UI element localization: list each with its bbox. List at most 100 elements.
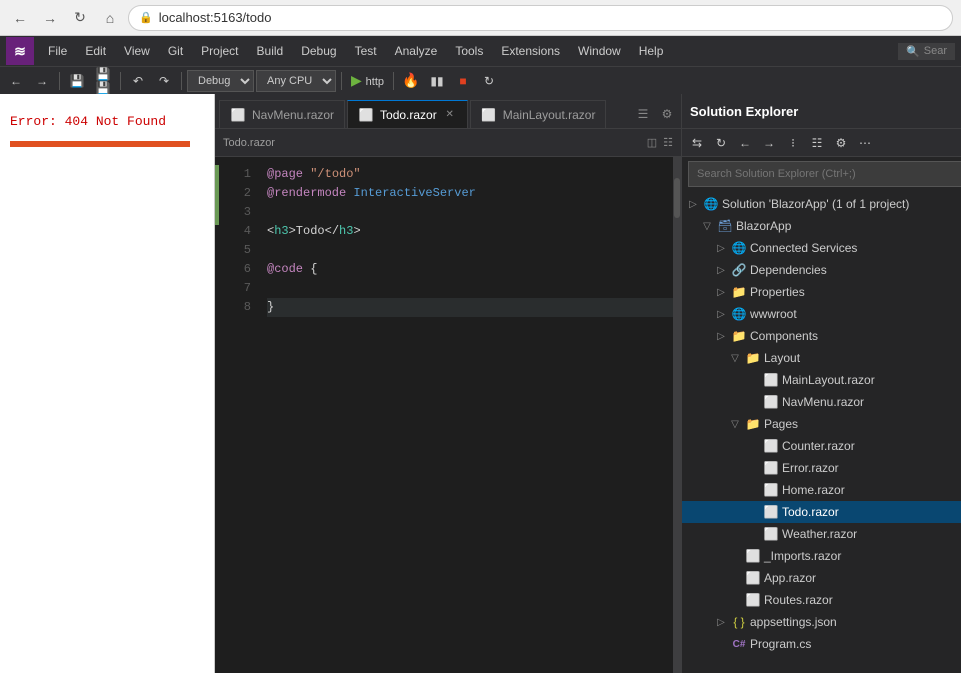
se-sync-btn[interactable]: ⇆ [686, 132, 708, 154]
cpu-config-select[interactable]: Any CPU [256, 70, 336, 92]
menu-analyze[interactable]: Analyze [387, 41, 446, 61]
routes-label: Routes.razor [764, 593, 833, 607]
toolbar-saveall-btn[interactable]: 💾💾 [91, 70, 115, 92]
tab-mainlayout[interactable]: ⬜ MainLayout.razor [470, 100, 607, 128]
appsettings-label: appsettings.json [750, 615, 837, 629]
tree-routes[interactable]: ⬜ Routes.razor [682, 589, 961, 611]
error-label: Error.razor [782, 461, 839, 475]
todo-icon: ⬜ [763, 504, 779, 520]
tree-dependencies[interactable]: ▷ 🔗 Dependencies [682, 259, 961, 281]
stop-btn[interactable]: ■ [451, 70, 475, 92]
todo-label: Todo.razor [782, 505, 839, 519]
tree-connected-services[interactable]: ▷ 🌐 Connected Services [682, 237, 961, 259]
code-editor[interactable]: 1 2 3 4 5 6 7 8 @page "/todo" @rendermod… [215, 157, 681, 673]
menu-tools[interactable]: Tools [447, 41, 491, 61]
se-more-btn[interactable]: ⋯ [854, 132, 876, 154]
blazorapp-arrow: ▽ [700, 221, 714, 232]
vs-search-label[interactable]: Sear [924, 45, 947, 57]
tree-imports[interactable]: ⬜ _Imports.razor [682, 545, 961, 567]
props-icon: 📁 [731, 284, 747, 300]
tree-navmenu[interactable]: ⬜ NavMenu.razor [682, 391, 961, 413]
editor-secondary-bar: Todo.razor ◫ ☷ [215, 129, 681, 157]
tree-properties[interactable]: ▷ 📁 Properties [682, 281, 961, 303]
se-toolbar: ⇆ ↻ ← → ⁝ ☷ ⚙ ⋯ [682, 129, 961, 157]
se-settings-btn[interactable]: ⚙ [830, 132, 852, 154]
se-filter-btn[interactable]: ☷ [806, 132, 828, 154]
se-forward-btn[interactable]: → [758, 132, 780, 154]
menu-build[interactable]: Build [249, 41, 292, 61]
se-back-btn[interactable]: ← [734, 132, 756, 154]
toolbar-redo-btn[interactable]: ↷ [152, 70, 176, 92]
toolbar-undo-btn[interactable]: ↶ [126, 70, 150, 92]
navmenu-icon: ⬜ [763, 394, 779, 410]
back-button[interactable]: ← [8, 6, 32, 30]
tree-mainlayout[interactable]: ⬜ MainLayout.razor [682, 369, 961, 391]
menu-test[interactable]: Test [347, 41, 385, 61]
split-editor-btn[interactable]: ◫ [647, 136, 657, 149]
scroll-track[interactable] [673, 157, 681, 673]
address-bar[interactable]: 🔒 localhost:5163/todo [128, 5, 953, 31]
refresh-button[interactable]: ↻ [68, 6, 92, 30]
restart-btn[interactable]: ↻ [477, 70, 501, 92]
run-button[interactable]: ▶ http [347, 72, 388, 89]
tree-todo[interactable]: ⬜ Todo.razor [682, 501, 961, 523]
menu-git[interactable]: Git [160, 41, 191, 61]
se-header: Solution Explorer [682, 94, 961, 129]
tab-navmenu[interactable]: ⬜ NavMenu.razor [219, 100, 345, 128]
imports-label: _Imports.razor [764, 549, 841, 563]
wwwroot-arrow: ▷ [714, 309, 728, 320]
tab-settings-btn[interactable]: ⚙ [657, 104, 677, 124]
toolbar-back-btn[interactable]: ← [4, 70, 28, 92]
menu-debug[interactable]: Debug [293, 41, 344, 61]
tab-todo-close[interactable]: ✕ [443, 108, 457, 122]
tree-layout[interactable]: ▽ 📁 Layout [682, 347, 961, 369]
code-content[interactable]: @page "/todo" @rendermode InteractiveSer… [259, 157, 673, 673]
menu-project[interactable]: Project [193, 41, 246, 61]
error-icon: ⬜ [763, 460, 779, 476]
home-button[interactable]: ⌂ [98, 6, 122, 30]
program-label: Program.cs [750, 637, 811, 651]
components-arrow: ▷ [714, 331, 728, 342]
tab-todo-label: Todo.razor [380, 108, 437, 122]
deps-arrow: ▷ [714, 265, 728, 276]
tree-error[interactable]: ⬜ Error.razor [682, 457, 961, 479]
tree-blazorapp[interactable]: ▽ 🗃 BlazorApp [682, 215, 961, 237]
se-search-input[interactable] [688, 161, 961, 187]
error-underline [10, 141, 190, 147]
appsettings-icon: { } [731, 614, 747, 630]
pause-btn[interactable]: ▮▮ [425, 70, 449, 92]
tree-program[interactable]: C# Program.cs [682, 633, 961, 655]
tab-todo[interactable]: ⬜ Todo.razor ✕ [347, 100, 468, 128]
hot-reload-btn[interactable]: 🔥 [399, 70, 423, 92]
tree-pages[interactable]: ▽ 📁 Pages [682, 413, 961, 435]
tree-weather[interactable]: ⬜ Weather.razor [682, 523, 961, 545]
toolbar-save-btn[interactable]: 💾 [65, 70, 89, 92]
menu-window[interactable]: Window [570, 41, 629, 61]
menu-file[interactable]: File [40, 41, 75, 61]
menu-help[interactable]: Help [631, 41, 672, 61]
tree-solution[interactable]: ▷ 🌐 Solution 'BlazorApp' (1 of 1 project… [682, 193, 961, 215]
tree-appsettings[interactable]: ▷ { } appsettings.json [682, 611, 961, 633]
tree-counter[interactable]: ⬜ Counter.razor [682, 435, 961, 457]
code-line-2: @rendermode InteractiveServer [267, 184, 673, 203]
se-refresh-btn[interactable]: ↻ [710, 132, 732, 154]
preview-error-text: Error: 404 Not Found [0, 104, 214, 139]
menu-extensions[interactable]: Extensions [493, 41, 568, 61]
forward-button[interactable]: → [38, 6, 62, 30]
tree-wwwroot[interactable]: ▷ 🌐 wwwroot [682, 303, 961, 325]
tree-home[interactable]: ⬜ Home.razor [682, 479, 961, 501]
debug-config-select[interactable]: Debug [187, 70, 254, 92]
layout-arrow: ▽ [728, 353, 742, 364]
menu-edit[interactable]: Edit [77, 41, 114, 61]
tab-navmenu-label: NavMenu.razor [252, 108, 334, 122]
toolbar-forward-btn[interactable]: → [30, 70, 54, 92]
menu-view[interactable]: View [116, 41, 158, 61]
imports-icon: ⬜ [745, 548, 761, 564]
mainlayout-label: MainLayout.razor [782, 373, 875, 387]
code-line-6: @code { [267, 260, 673, 279]
tree-components[interactable]: ▷ 📁 Components [682, 325, 961, 347]
se-collapse-btn[interactable]: ⁝ [782, 132, 804, 154]
tree-approazor[interactable]: ⬜ App.razor [682, 567, 961, 589]
tab-list-btn[interactable]: ☰ [633, 104, 653, 124]
filter-btn[interactable]: ☷ [663, 136, 673, 149]
